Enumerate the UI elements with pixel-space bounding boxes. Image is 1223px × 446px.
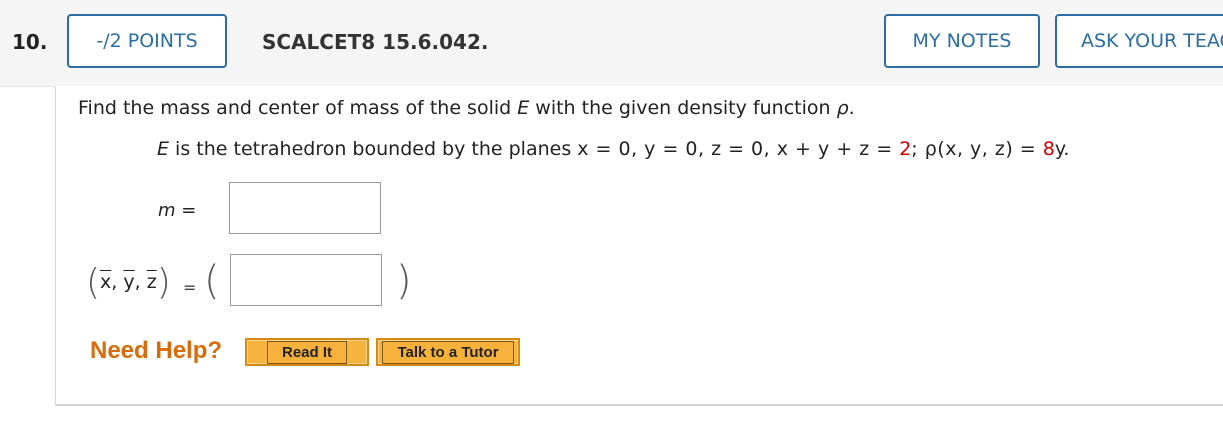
statement-planes: x = 0, y = 0, z = 0, x + y + z = [577,138,900,160]
statement-density-coef: 8 [1042,138,1055,160]
question-prompt: Find the mass and center of mass of the … [78,97,855,119]
read-it-label: Read It [266,340,347,364]
talk-to-tutor-label: Talk to a Tutor [382,340,514,364]
problem-statement: E is the tetrahedron bounded by the plan… [157,138,1069,160]
need-help-label: Need Help? [90,337,223,364]
statement-density-label: ; ρ(x, y, z) = [911,138,1043,160]
mass-label: m = [158,200,197,221]
center-of-mass-label: (x, y, z) [86,262,171,303]
talk-to-tutor-button[interactable]: Talk to a Tutor [376,338,520,366]
prompt-text: Find the mass and center of mass of the … [78,97,518,119]
points-button[interactable]: -/2 POINTS [67,14,227,68]
tuple-open-paren: ( [204,258,220,304]
tuple-close-paren: ) [396,258,412,304]
right-paren: ) [156,262,171,303]
statement-text: is the tetrahedron bounded by the planes [169,138,578,160]
question-number: 10. [12,30,48,54]
statement-density-var: y. [1054,138,1070,160]
statement-var-e: E [157,138,170,160]
z-bar: z [146,271,157,293]
prompt-period: . [848,97,855,119]
x-bar: x [100,271,112,293]
prompt-var-e: E [517,97,530,119]
question-id: SCALCET8 15.6.042. [262,30,489,54]
y-bar: y [123,271,135,293]
center-of-mass-input[interactable] [230,254,382,306]
question-panel [55,86,1223,406]
prompt-text-2: with the given density function [529,97,837,119]
read-it-button[interactable]: Read It [245,338,369,366]
question-header: 10. -/2 POINTS SCALCET8 15.6.042. MY NOT… [0,0,1223,87]
ask-your-teacher-button[interactable]: ASK YOUR TEACHER [1055,14,1223,68]
prompt-rho: ρ [836,97,849,119]
center-of-mass-equals: = [183,278,197,297]
statement-plane-value: 2 [899,138,912,160]
mass-input[interactable] [229,182,381,234]
left-paren: ( [86,262,101,303]
my-notes-button[interactable]: MY NOTES [884,14,1040,68]
